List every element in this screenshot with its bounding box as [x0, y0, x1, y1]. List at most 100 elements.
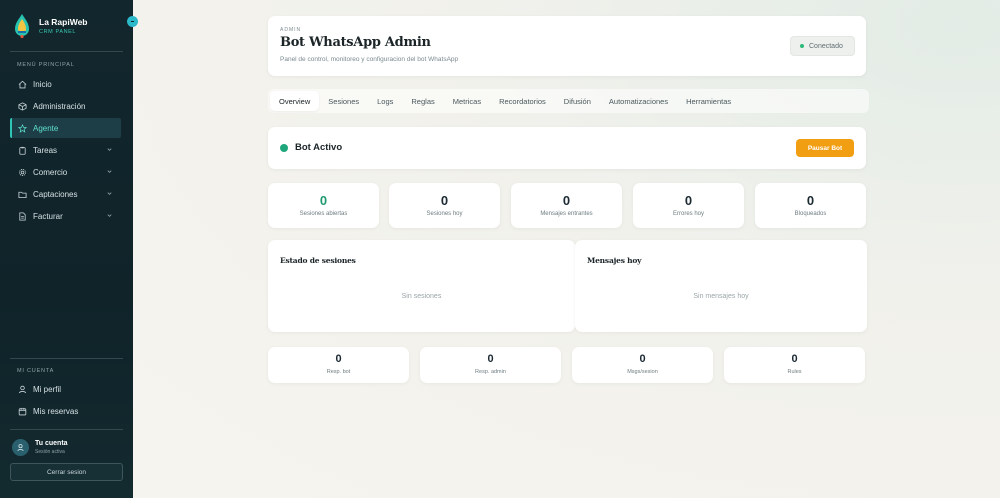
- pause-bot-button[interactable]: Pausar Bot: [796, 139, 854, 157]
- brand-subtitle: CRM PANEL: [39, 29, 77, 35]
- page-subtitle: Panel de control, monitoreo y configurac…: [280, 56, 459, 63]
- user-avatar-icon: [17, 444, 24, 452]
- chevron-down-icon[interactable]: [106, 190, 113, 197]
- header-card: ADMIN Bot WhatsApp Admin Panel de contro…: [268, 16, 866, 76]
- sidebar-item-captaciones[interactable]: Captaciones: [10, 184, 121, 204]
- bot-status-card: Bot Activo Pausar Bot: [268, 127, 866, 169]
- sidebar-item-label: Captaciones: [33, 189, 78, 199]
- status-dot-icon: [800, 44, 804, 48]
- sidebar-item-label: Facturar: [33, 211, 63, 221]
- main-content: ADMIN Bot WhatsApp Admin Panel de contro…: [133, 0, 1000, 498]
- sidebar-item-mis-reservas[interactable]: Mis reservas: [10, 401, 121, 421]
- main-menu-section-label: MENÚ PRINCIPAL: [17, 62, 75, 68]
- tab-sesiones[interactable]: Sesiones: [319, 91, 368, 111]
- brand-title: La RapiWeb: [39, 17, 88, 27]
- star-icon: [18, 123, 27, 133]
- panel-estado-sesiones: Estado de sesiones Sin sesiones: [268, 240, 575, 332]
- sidebar-item-tareas[interactable]: Tareas: [10, 140, 121, 160]
- panel-title: Mensajes hoy: [587, 256, 642, 265]
- tab-herramientas[interactable]: Herramientas: [677, 91, 740, 111]
- mini-stat-label: Rules: [787, 369, 802, 375]
- mini-stat-label: Msgs/sesion: [627, 369, 658, 375]
- mini-stat-msgs-sesion: 0 Msgs/sesion: [572, 347, 713, 383]
- panel-empty-state: Sin mensajes hoy: [693, 293, 749, 300]
- sidebar-item-label: Mis reservas: [33, 406, 79, 416]
- mini-stat-label: Resp. bot: [326, 369, 351, 375]
- brand[interactable]: La RapiWeb CRM PANEL: [12, 13, 88, 39]
- tab-overview[interactable]: Overview: [270, 91, 320, 111]
- tab-reglas[interactable]: Reglas: [402, 91, 443, 111]
- mini-stat-resp-admin: 0 Resp. admin: [420, 347, 561, 383]
- sidebar-divider: [10, 429, 123, 430]
- chevron-down-icon[interactable]: [106, 146, 113, 153]
- tab-recordatorios[interactable]: Recordatorios: [490, 91, 555, 111]
- stat-card-sesiones-hoy: 0 Sesiones hoy: [389, 183, 500, 228]
- stat-card-sesiones-abiertas: 0 Sesiones abiertas: [268, 183, 379, 228]
- tabs-bar: Overview Sesiones Logs Reglas Metricas R…: [268, 89, 869, 113]
- stat-card-bloqueados: 0 Bloqueados: [755, 183, 866, 228]
- sidebar-item-facturar[interactable]: Facturar: [10, 206, 121, 226]
- cube-icon: [18, 101, 27, 111]
- avatar: [12, 439, 29, 456]
- stat-label: Sesiones abiertas: [299, 211, 348, 217]
- sidebar-divider: [10, 51, 123, 52]
- sidebar-collapse-button[interactable]: [127, 16, 138, 27]
- sidebar-item-label: Administración: [33, 101, 86, 111]
- brand-logo-icon: [15, 14, 29, 39]
- sidebar-item-inicio[interactable]: Inicio: [10, 74, 121, 94]
- stat-label: Sesiones hoy: [426, 211, 463, 217]
- sidebar-item-label: Comercio: [33, 167, 68, 177]
- sidebar-item-comercio[interactable]: Comercio: [10, 162, 121, 182]
- mini-stat-value: 0: [335, 353, 342, 365]
- stat-label: Errores hoy: [672, 211, 704, 217]
- document-icon: [18, 211, 27, 221]
- mini-stat-rules: 0 Rules: [724, 347, 865, 383]
- panel-mensajes-hoy: Mensajes hoy Sin mensajes hoy: [575, 240, 867, 332]
- tab-metricas[interactable]: Metricas: [444, 91, 490, 111]
- stat-card-mensajes-entrantes: 0 Mensajes entrantes: [511, 183, 622, 228]
- sidebar-item-label: Tareas: [33, 145, 58, 155]
- folder-icon: [18, 190, 27, 199]
- tab-logs[interactable]: Logs: [368, 91, 402, 111]
- sidebar-item-mi-perfil[interactable]: Mi perfil: [10, 379, 121, 399]
- tab-automatizaciones[interactable]: Automatizaciones: [600, 91, 677, 111]
- stat-label: Bloqueados: [794, 211, 827, 217]
- stat-value: 0: [319, 193, 328, 208]
- header-eyebrow: ADMIN: [280, 27, 302, 33]
- connection-status-label: Conectado: [809, 42, 843, 50]
- gear-icon: [18, 168, 27, 177]
- mini-stat-value: 0: [487, 353, 494, 365]
- bot-status-dot-icon: [280, 144, 288, 152]
- mini-stat-label: Resp. admin: [475, 369, 506, 375]
- user-block[interactable]: Tu cuenta Sesión activa: [12, 439, 68, 456]
- chevron-down-icon[interactable]: [106, 212, 113, 219]
- user-status: Sesión activa: [35, 449, 65, 455]
- page-title: Bot WhatsApp Admin: [280, 35, 431, 50]
- account-section-label: MI CUENTA: [17, 368, 55, 374]
- mini-stat-resp-bot: 0 Resp. bot: [268, 347, 409, 383]
- stat-value: 0: [440, 193, 449, 208]
- sidebar-item-agente[interactable]: Agente: [10, 118, 121, 138]
- panel-title: Estado de sesiones: [280, 256, 356, 265]
- chevron-down-icon[interactable]: [106, 168, 113, 175]
- sidebar-item-label: Agente: [33, 123, 59, 133]
- mini-stat-value: 0: [639, 353, 646, 365]
- stat-label: Mensajes entrantes: [540, 211, 593, 217]
- sidebar-item-label: Inicio: [33, 79, 52, 89]
- clipboard-icon: [18, 146, 27, 155]
- calendar-icon: [18, 407, 27, 416]
- bot-status-label: Bot Activo: [295, 142, 343, 153]
- tab-difusion[interactable]: Difusión: [555, 91, 600, 111]
- user-name: Tu cuenta: [35, 440, 68, 447]
- stat-card-errores-hoy: 0 Errores hoy: [633, 183, 744, 228]
- sidebar-item-label: Mi perfil: [33, 384, 62, 394]
- stat-value: 0: [562, 193, 571, 208]
- stat-value: 0: [806, 193, 815, 208]
- user-icon: [18, 385, 27, 394]
- logout-button[interactable]: Cerrar sesion: [10, 463, 123, 481]
- sidebar-item-administracion[interactable]: Administración: [10, 96, 121, 116]
- panel-empty-state: Sin sesiones: [401, 293, 442, 300]
- sidebar-divider: [10, 358, 123, 359]
- stat-value: 0: [684, 193, 693, 208]
- home-icon: [18, 80, 27, 89]
